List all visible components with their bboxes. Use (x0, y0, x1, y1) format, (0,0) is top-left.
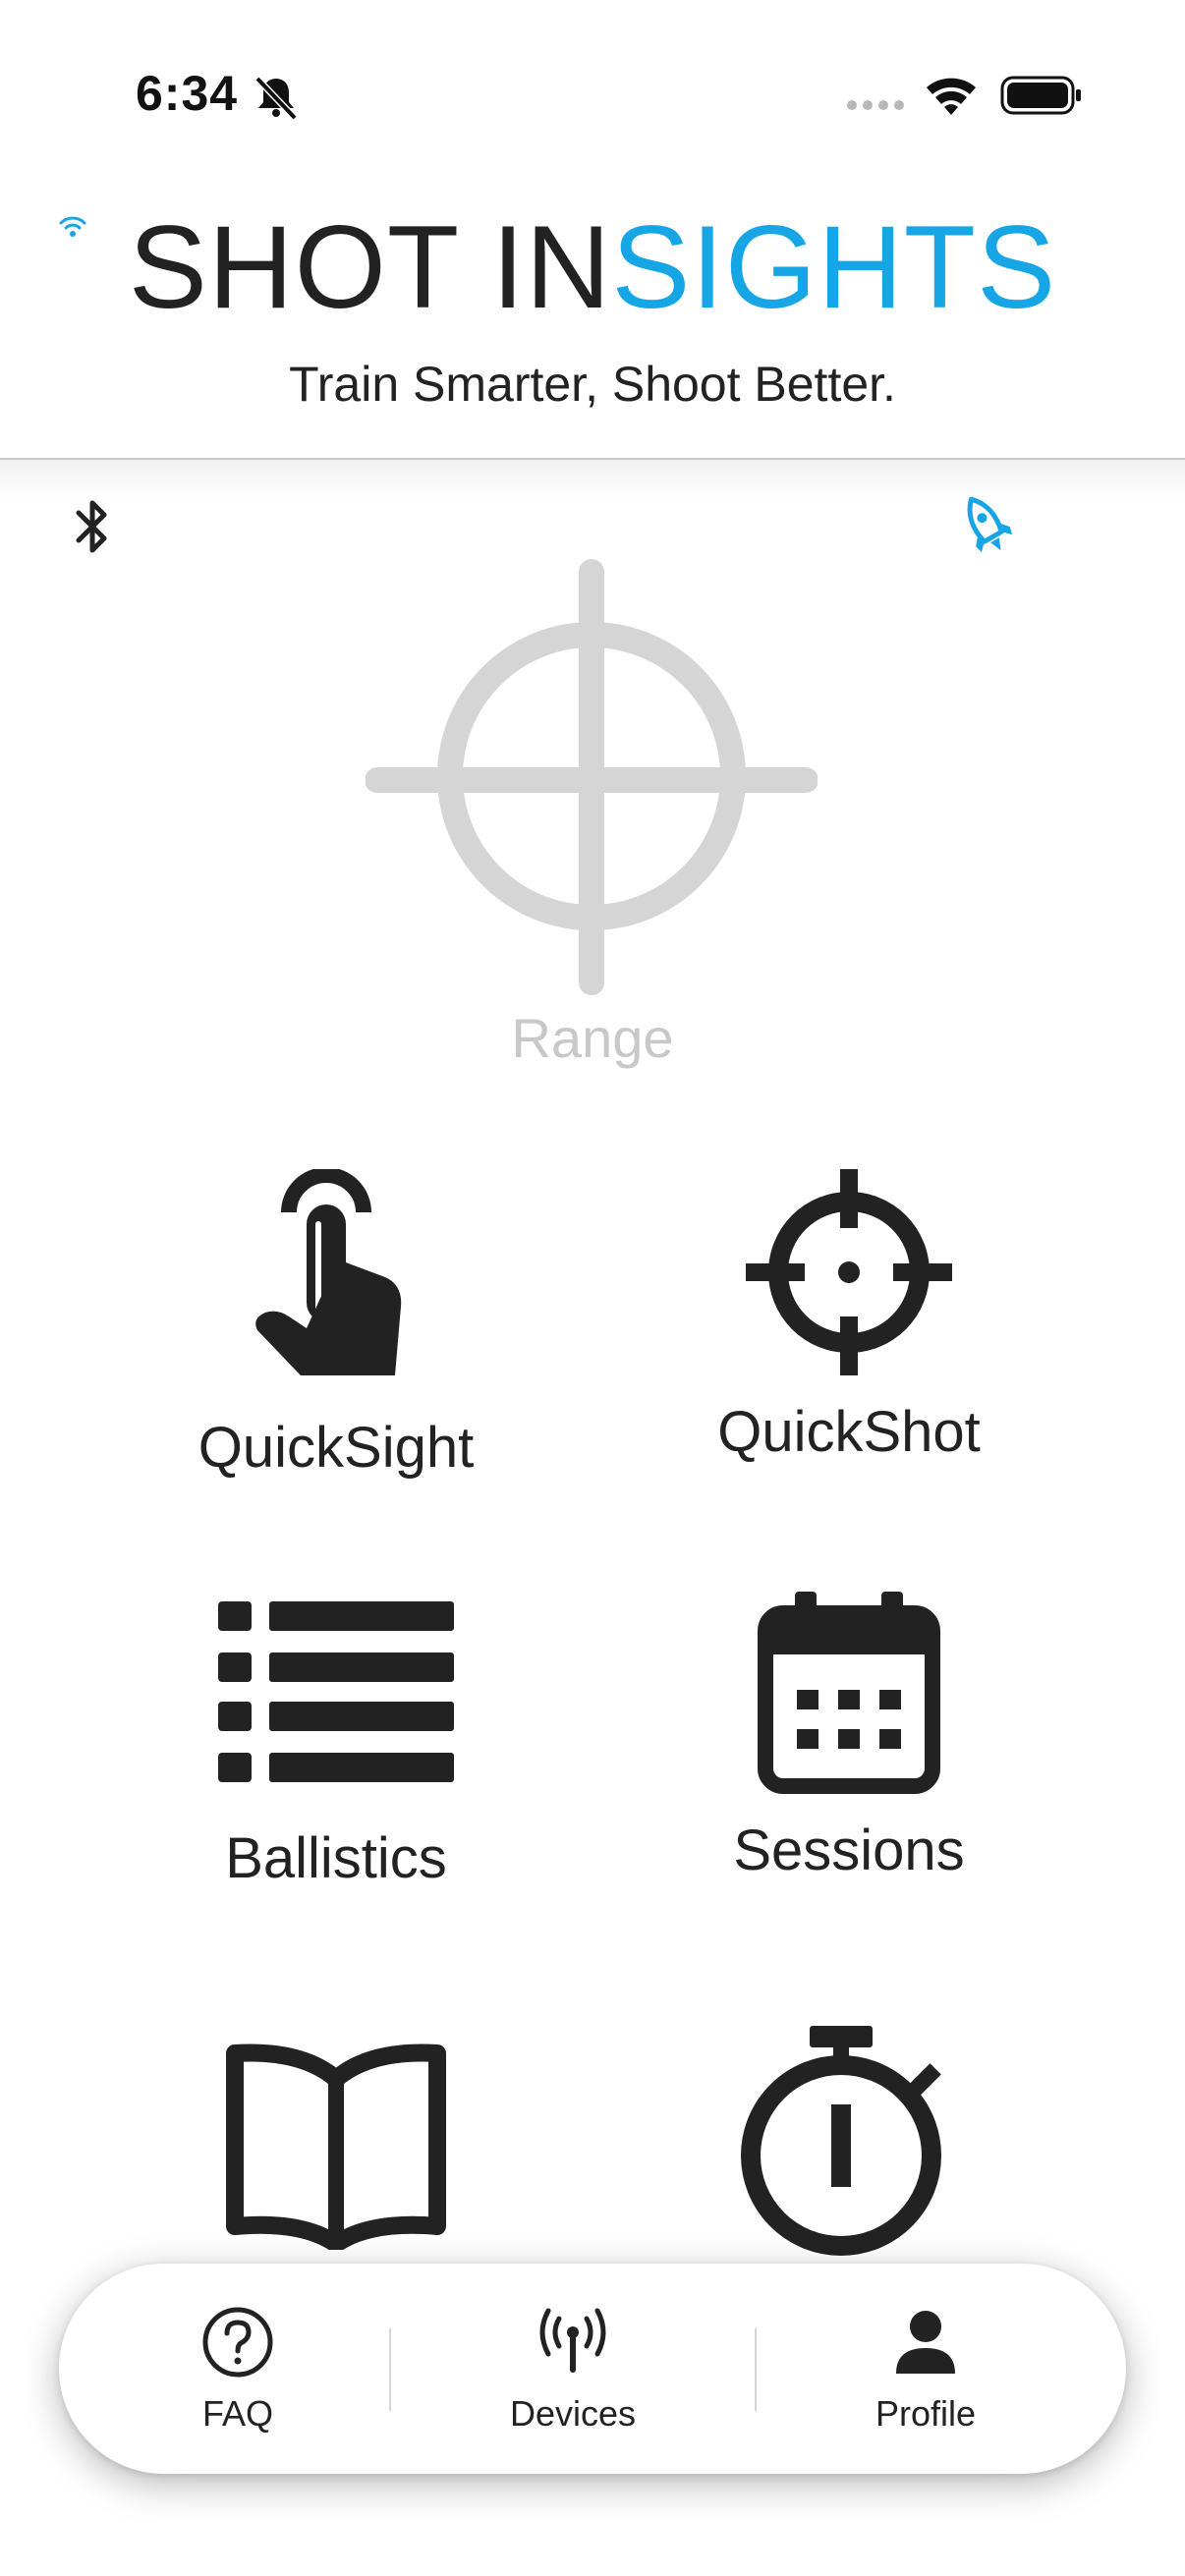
ballistics-label: Ballistics (225, 1826, 447, 1890)
wifi-icon (927, 78, 976, 115)
stopwatch-tile[interactable] (643, 2024, 1055, 2283)
rocket-icon[interactable] (955, 491, 1018, 560)
person-icon (896, 2311, 955, 2374)
list-icon (218, 1601, 454, 1782)
app-title-primary: SHOT IN (128, 201, 612, 333)
tab-separator (389, 2328, 391, 2411)
quicksight-tile[interactable]: QuickSight (130, 1169, 542, 1481)
battery-icon (1000, 76, 1081, 115)
sessions-label: Sessions (733, 1819, 965, 1882)
hand-pointer-icon (255, 1169, 402, 1375)
antenna-icon (539, 2308, 606, 2373)
ballistics-tile[interactable]: Ballistics (130, 1596, 542, 1891)
signal-dots-icon (847, 100, 904, 110)
status-time: 6:34 (136, 66, 239, 121)
range-label[interactable]: Range (0, 1006, 1185, 1070)
tab-faq-label: FAQ (201, 2393, 274, 2434)
quickshot-label: QuickShot (717, 1400, 981, 1464)
bottom-tab-bar: FAQ Devices Profile (59, 2264, 1126, 2474)
book-icon (226, 2044, 446, 2250)
tab-devices-label: Devices (509, 2393, 637, 2434)
stopwatch-icon (741, 2026, 941, 2256)
crosshairs-icon (746, 1169, 952, 1375)
tab-profile[interactable]: Profile (778, 2264, 1073, 2474)
quicksight-label: QuickSight (198, 1416, 475, 1480)
bluetooth-icon[interactable] (67, 495, 118, 558)
tab-separator (755, 2328, 757, 2411)
tab-devices[interactable]: Devices (425, 2264, 720, 2474)
question-circle-icon (202, 2307, 273, 2378)
crosshair-icon[interactable] (366, 556, 818, 1008)
tab-faq[interactable]: FAQ (90, 2264, 385, 2474)
quickshot-tile[interactable]: QuickShot (643, 1169, 1055, 1465)
app-title-accent: SIGHTS (611, 201, 1057, 333)
bell-slash-icon (254, 76, 298, 121)
sessions-tile[interactable]: Sessions (643, 1592, 1055, 1883)
app-title: SHOT INSIGHTS (0, 208, 1185, 326)
tab-profile-label: Profile (875, 2393, 977, 2434)
calendar-icon (758, 1592, 940, 1794)
app-tagline: Train Smarter, Shoot Better. (289, 357, 896, 412)
book-tile[interactable] (130, 2044, 542, 2273)
